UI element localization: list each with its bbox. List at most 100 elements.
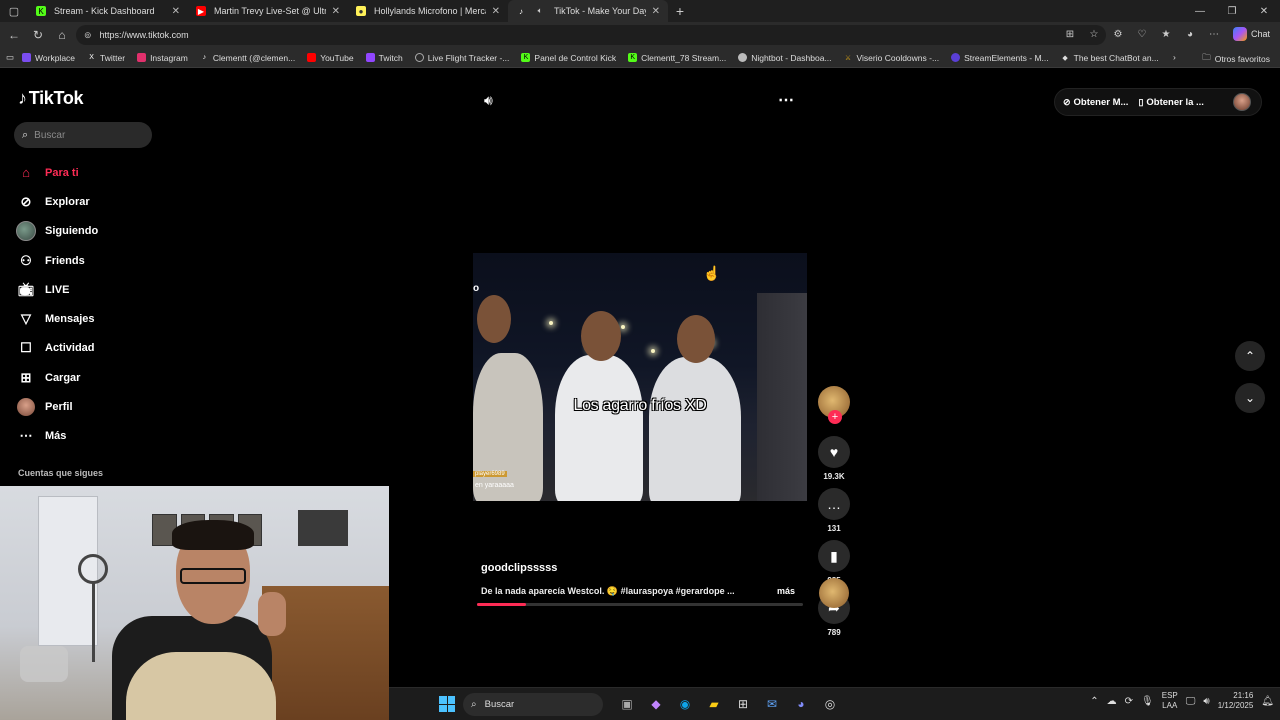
like-action[interactable]: ♥ 19.3K <box>818 436 850 481</box>
sidebar-item-cargar[interactable]: ⊞ Cargar <box>16 363 166 392</box>
workspaces-icon[interactable]: ▢ <box>0 0 28 22</box>
music-disc-avatar[interactable] <box>819 578 849 608</box>
bookmark-kick-panel[interactable]: K Panel de Control Kick <box>521 53 616 63</box>
tab-youtube[interactable]: ▶ Martin Trevy Live-Set @ Ultra Peru ✕ <box>188 0 348 22</box>
bookmark-twitch[interactable]: Twitch <box>365 53 403 63</box>
file-explorer-icon[interactable]: ▰ <box>704 694 724 714</box>
logo-text: TikTok <box>28 88 84 108</box>
bookmark-icon[interactable]: ▮ <box>818 540 850 572</box>
copilot-icon[interactable]: ◆ <box>646 694 666 714</box>
profile-icon[interactable]: ◕ <box>1181 24 1199 44</box>
live-icon: 📺︎ <box>17 281 35 297</box>
comment-action[interactable]: … 131 <box>818 488 850 533</box>
user-avatar[interactable] <box>1233 93 1251 111</box>
sidebar-item-explorar[interactable]: ⊘ Explorar <box>16 187 166 216</box>
previous-video-button[interactable]: ⌃ <box>1235 341 1265 371</box>
sidebar-item-mas[interactable]: ⋯ Más <box>16 422 166 451</box>
extensions-icon[interactable]: ⚙ <box>1109 24 1127 44</box>
microphone-icon[interactable]: 🎙︎ <box>1141 696 1154 707</box>
site-info-icon[interactable]: ⊚ <box>84 30 92 41</box>
favorites-icon[interactable]: ★ <box>1157 24 1175 44</box>
close-tab-icon[interactable]: ✕ <box>172 6 180 17</box>
start-icon[interactable] <box>439 696 455 712</box>
bookmark-clementt-tiktok[interactable]: ♪ Clementt (@clemen... <box>200 53 296 63</box>
mail-icon[interactable]: ✉ <box>762 694 782 714</box>
video-progress-bar[interactable] <box>477 603 803 606</box>
tiktok-logo[interactable]: ♪ TikTok <box>18 88 84 109</box>
kick-icon: K <box>36 6 46 16</box>
search-input[interactable]: ⌕ Buscar <box>14 122 152 148</box>
settings-more-icon[interactable]: ⋯ <box>1205 24 1223 44</box>
close-window-icon[interactable]: ✕ <box>1248 0 1280 22</box>
app-available-icon[interactable]: ⊞ <box>1061 24 1079 44</box>
chevron-right-icon[interactable]: › <box>1173 52 1176 62</box>
edge-icon[interactable]: ◉ <box>675 694 695 714</box>
back-button[interactable]: ← <box>2 23 26 47</box>
notification-bell-icon[interactable]: 🔔︎ <box>1261 696 1274 707</box>
volume-icon[interactable]: 🔊︎ <box>1203 696 1209 707</box>
close-tab-icon[interactable]: ✕ <box>652 6 660 17</box>
video-player[interactable]: o Los agarro fríos XD player6989 en yara… <box>473 253 807 501</box>
onedrive-icon[interactable]: ☁ <box>1107 696 1117 707</box>
comment-icon[interactable]: … <box>818 488 850 520</box>
close-tab-icon[interactable]: ✕ <box>492 6 500 17</box>
tab-mercadolibre[interactable]: ● Hollylands Microfono | Mercado Libre ✕ <box>348 0 508 22</box>
network-icon[interactable]: 🖵︎ <box>1186 696 1196 707</box>
get-coins-button[interactable]: ⊘ Obtener M... <box>1063 97 1128 108</box>
language-indicator[interactable]: ESP LAA <box>1162 691 1178 711</box>
close-tab-icon[interactable]: ✕ <box>332 6 340 17</box>
sidebar-item-para-ti[interactable]: ⌂ Para ti <box>16 158 166 187</box>
profile-icon <box>16 397 36 417</box>
other-favorites[interactable]: 🗀︎ Otros favoritos <box>1202 52 1270 66</box>
restore-icon[interactable]: ❐ <box>1216 0 1248 22</box>
reading-view-icon[interactable]: ▭ <box>6 52 14 63</box>
tab-tiktok[interactable]: ♪ 🔈︎ TikTok - Make Your Day ✕ <box>508 0 668 22</box>
chevron-up-icon[interactable]: ⌃ <box>1090 696 1098 707</box>
sync-icon[interactable]: ⟳ <box>1125 696 1133 707</box>
sidebar-item-mensajes[interactable]: ▽ Mensajes <box>16 304 166 333</box>
task-view-icon[interactable]: ▣ <box>617 694 637 714</box>
refresh-button[interactable]: ↻ <box>26 23 50 47</box>
sidebar-item-live[interactable]: 📺︎ LIVE <box>16 275 166 304</box>
home-button[interactable]: ⌂ <box>50 23 74 47</box>
discord-icon[interactable]: ◕ <box>791 694 811 714</box>
clock-date: 1/12/2025 <box>1217 701 1254 710</box>
volume-icon[interactable]: 🔊︎ <box>484 92 493 109</box>
bookmark-twitter[interactable]: X Twitter <box>87 53 125 63</box>
bookmark-viserio[interactable]: ⚔ Viserio Cooldowns -... <box>844 52 940 63</box>
follow-plus-icon[interactable]: + <box>828 410 842 424</box>
sidebar-item-label: Mensajes <box>45 313 95 326</box>
favorite-star-icon[interactable]: ☆ <box>1085 24 1103 44</box>
bookmark-youtube[interactable]: YouTube <box>307 53 354 63</box>
get-app-button[interactable]: ▯ Obtener la ... <box>1138 97 1204 108</box>
sidebar-item-friends[interactable]: ⚇ Friends <box>16 246 166 275</box>
bookmark-label: Viserio Cooldowns -... <box>856 52 940 63</box>
kick-icon: K <box>521 53 531 62</box>
bookmark-streamelements[interactable]: StreamElements - M... <box>951 53 1049 63</box>
bookmark-flight-tracker[interactable]: Live Flight Tracker -... <box>414 53 509 63</box>
more-options-icon[interactable]: ⋯ <box>778 90 795 110</box>
sidebar-item-perfil[interactable]: Perfil <box>16 392 166 421</box>
bookmark-workplace[interactable]: Workplace <box>22 53 75 63</box>
next-video-button[interactable]: ⌄ <box>1235 383 1265 413</box>
tab-kick-dashboard[interactable]: K Stream - Kick Dashboard ✕ <box>28 0 188 22</box>
heart-icon[interactable]: ♥ <box>818 436 850 468</box>
taskbar-search[interactable]: ⌕ Buscar <box>463 693 603 716</box>
bookmark-nightbot[interactable]: Nightbot - Dashboa... <box>738 53 832 63</box>
bookmark-instagram[interactable]: Instagram <box>137 53 188 63</box>
minimize-icon[interactable]: — <box>1184 0 1216 22</box>
bookmark-chatbot[interactable]: ◆ The best ChatBot an... <box>1061 53 1158 63</box>
more-description-link[interactable]: más <box>777 586 795 596</box>
browser-essentials-icon[interactable]: ♡ <box>1133 24 1151 44</box>
copilot-chat-button[interactable]: Chat <box>1229 27 1274 41</box>
video-username[interactable]: goodclipsssss <box>481 562 557 574</box>
taskbar-clock[interactable]: 21:16 1/12/2025 <box>1218 691 1254 711</box>
creator-avatar[interactable]: + <box>818 386 850 424</box>
sidebar-item-siguiendo[interactable]: Siguiendo <box>16 217 166 246</box>
obs-icon[interactable]: ◎ <box>820 694 840 714</box>
bookmark-kick-stream[interactable]: K Clementt_78 Stream... <box>628 53 726 63</box>
new-tab-button[interactable]: + <box>668 0 692 22</box>
url-field[interactable]: ⊚ https://www.tiktok.com <box>76 25 1106 45</box>
sidebar-item-actividad[interactable]: ☐ Actividad <box>16 334 166 363</box>
store-icon[interactable]: ⊞ <box>733 694 753 714</box>
